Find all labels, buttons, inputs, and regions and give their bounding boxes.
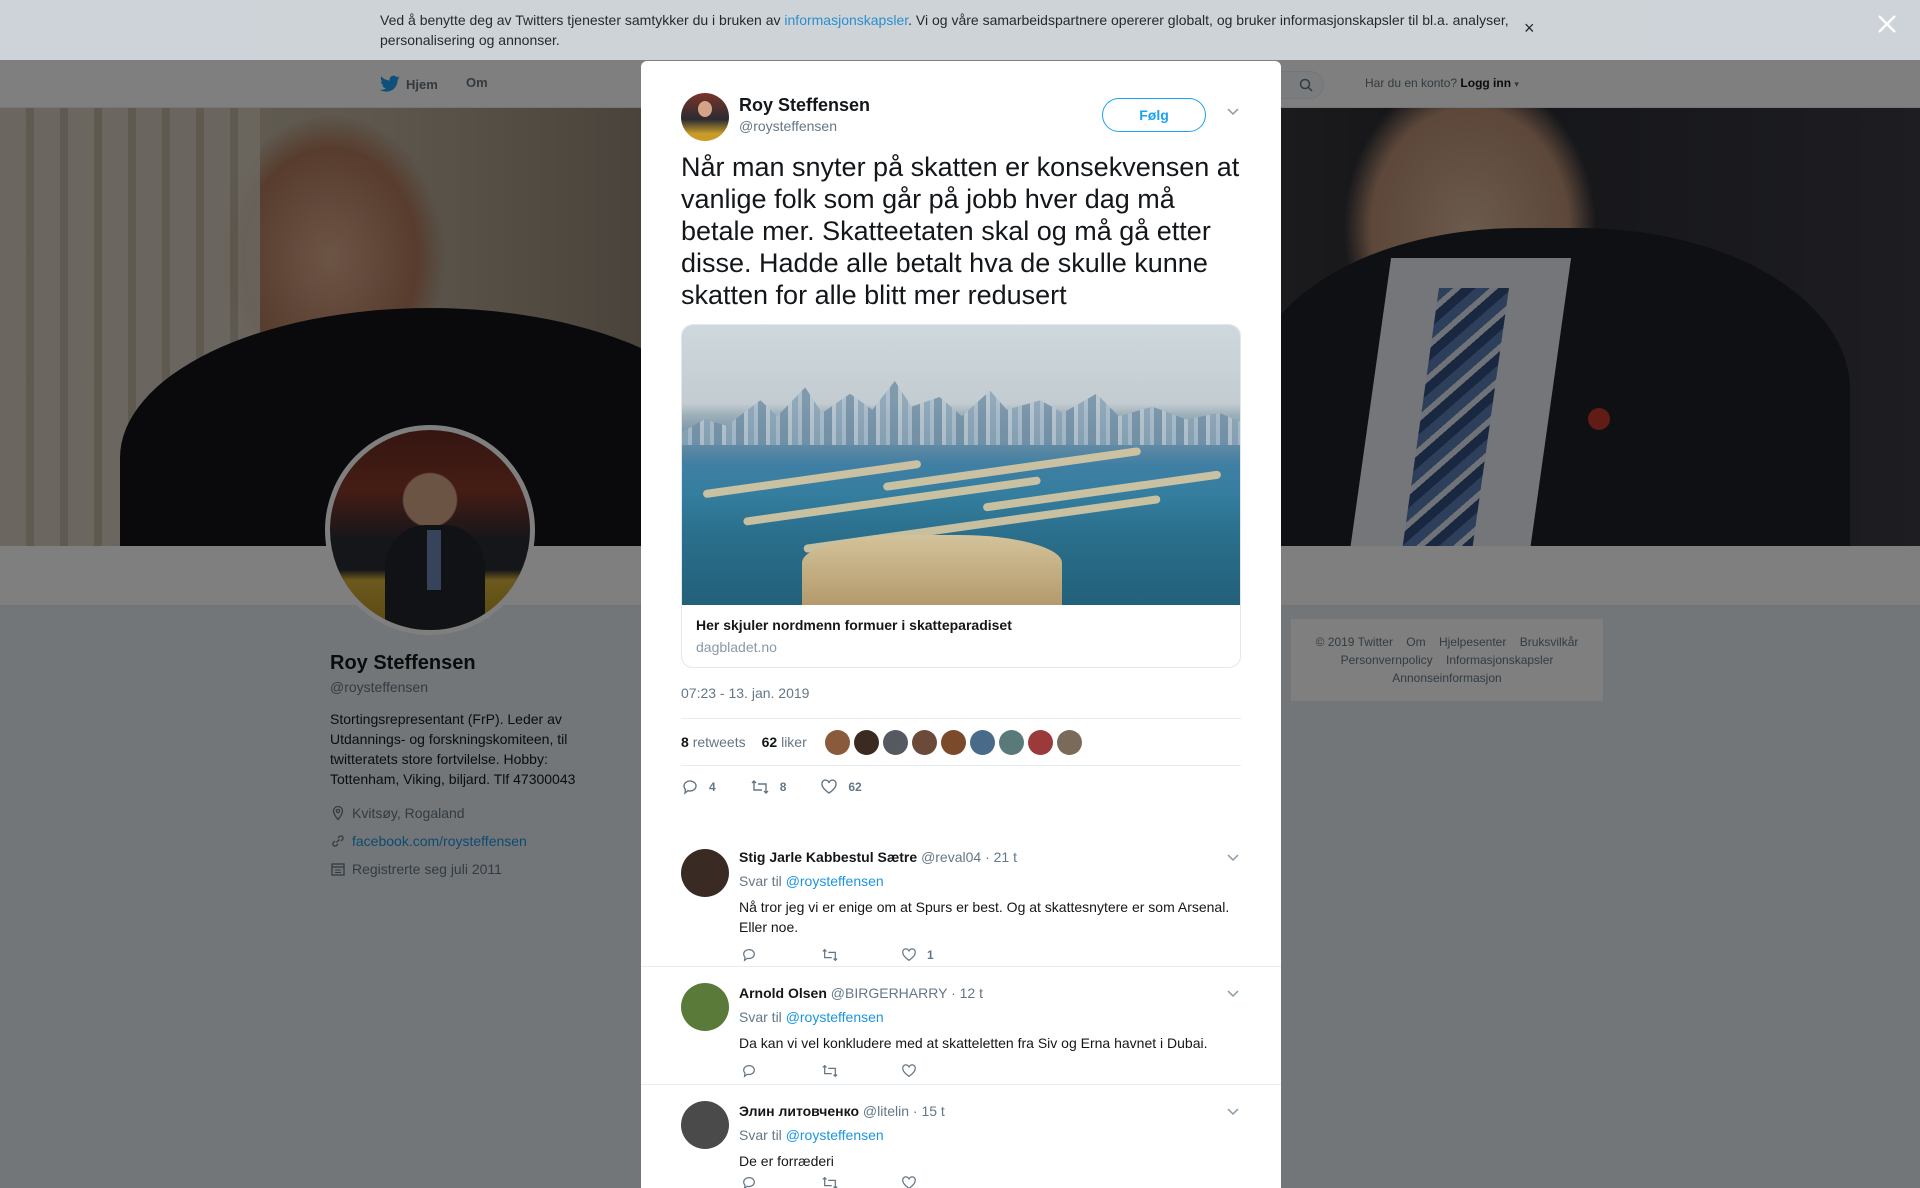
reply-to-link[interactable]: @roysteffensen	[786, 1127, 884, 1143]
reply-text: Da kan vi vel konkludere med at skattele…	[739, 1035, 1208, 1051]
retweet-icon	[822, 1176, 838, 1188]
liker-avatar[interactable]	[1056, 729, 1082, 755]
card-domain: dagbladet.no	[696, 639, 777, 655]
like-button[interactable]: 1	[901, 947, 981, 963]
retweet-icon	[751, 780, 769, 794]
reply-to-label: Svar til	[739, 1127, 782, 1143]
reply-count: 4	[709, 780, 716, 794]
reply-author-handle[interactable]: @litelin	[863, 1103, 909, 1119]
like-button[interactable]: 62	[820, 778, 862, 796]
reply-header: Элин литовченко @litelin · 15 t	[739, 1103, 945, 1119]
liker-avatar[interactable]	[969, 729, 995, 755]
reply-icon	[683, 780, 697, 795]
cookie-text-before: Ved å benytte deg av Twitters tjenester …	[380, 12, 785, 28]
liker-avatar[interactable]	[1027, 729, 1053, 755]
likers-avatars	[824, 729, 1082, 755]
reply-time[interactable]: · 21 t	[985, 849, 1017, 865]
reply-avatar[interactable]	[681, 849, 729, 897]
heart-icon	[902, 1176, 916, 1188]
reply-text: De er forræderi	[739, 1153, 834, 1169]
reply-author-handle[interactable]: @BIRGERHARRY	[831, 985, 947, 1001]
retweets-label[interactable]: retweets	[693, 734, 746, 750]
chevron-down-icon[interactable]	[1226, 1107, 1240, 1117]
reply-button[interactable]	[741, 1063, 821, 1079]
retweet-button[interactable]: 8	[750, 778, 787, 796]
tweet-modal: Roy Steffensen @roysteffensen Følg Når m…	[641, 61, 1281, 1188]
tweet-stats: 8 retweets 62 liker	[681, 718, 1241, 766]
retweet-button[interactable]	[821, 1175, 901, 1188]
reply-to-label: Svar til	[739, 1009, 782, 1025]
reply-to-link[interactable]: @roysteffensen	[786, 873, 884, 889]
liker-avatar[interactable]	[998, 729, 1024, 755]
reply-button[interactable]	[741, 947, 821, 963]
reply-text: Nå tror jeg vi er enige om at Spurs er b…	[739, 899, 1230, 935]
reply-actions: 1	[741, 947, 981, 963]
retweet-button[interactable]	[821, 1063, 901, 1079]
liker-avatar[interactable]	[824, 729, 850, 755]
author-handle[interactable]: @roysteffensen	[739, 118, 837, 134]
reply-author-name[interactable]: Элин литовченко	[739, 1103, 859, 1119]
chevron-down-icon[interactable]	[1226, 853, 1240, 863]
tweet-text: Når man snyter på skatten er konsekvense…	[681, 152, 1240, 310]
heart-icon	[821, 779, 838, 794]
reply-header: Stig Jarle Kabbestul Sætre @reval04 · 21…	[739, 849, 1017, 865]
liker-avatar[interactable]	[882, 729, 908, 755]
reply-author-handle[interactable]: @reval04	[921, 849, 981, 865]
cookie-banner: Ved å benytte deg av Twitters tjenester …	[0, 0, 1920, 60]
reply-item[interactable]: Элин литовченко @litelin · 15 t Svar til…	[641, 1085, 1281, 1188]
like-count: 62	[848, 780, 862, 794]
reply-author-name[interactable]: Arnold Olsen	[739, 985, 827, 1001]
retweet-count: 8	[779, 780, 787, 794]
reply-to-link[interactable]: @roysteffensen	[786, 1009, 884, 1025]
likes-label[interactable]: liker	[781, 734, 807, 750]
reply-to-label: Svar til	[739, 873, 782, 889]
liker-avatar[interactable]	[911, 729, 937, 755]
reply-icon	[743, 1177, 755, 1188]
reply-author-name[interactable]: Stig Jarle Kabbestul Sætre	[739, 849, 917, 865]
heart-icon	[902, 1064, 916, 1078]
reply-icon	[743, 1065, 755, 1078]
reply-actions	[741, 1063, 981, 1079]
cookie-text: Ved å benytte deg av Twitters tjenester …	[380, 10, 1520, 50]
reply-item[interactable]: Arnold Olsen @BIRGERHARRY · 12 t Svar ti…	[641, 967, 1281, 1085]
like-button[interactable]	[901, 1175, 981, 1188]
card-title: Her skjuler nordmenn formuer i skattepar…	[696, 617, 1012, 633]
tweet-header: Roy Steffensen @roysteffensen Følg	[681, 93, 1241, 143]
reply-item[interactable]: Stig Jarle Kabbestul Sætre @reval04 · 21…	[641, 837, 1281, 967]
reply-time[interactable]: · 12 t	[951, 985, 983, 1001]
reply-avatar[interactable]	[681, 1101, 729, 1149]
link-card[interactable]: Her skjuler nordmenn formuer i skattepar…	[681, 324, 1241, 668]
cookie-link[interactable]: informasjonskapsler	[784, 12, 908, 28]
likes-count[interactable]: 62	[762, 734, 778, 750]
reply-to: Svar til @roysteffensen	[739, 873, 884, 889]
heart-icon	[902, 948, 916, 962]
chevron-down-icon[interactable]	[1226, 989, 1240, 999]
close-icon[interactable]	[1873, 10, 1901, 38]
reply-like-count: 1	[927, 948, 934, 962]
cookie-close-button[interactable]: ×	[1524, 18, 1535, 39]
retweet-icon	[822, 1064, 838, 1078]
follow-button[interactable]: Følg	[1102, 98, 1206, 132]
reply-actions	[741, 1175, 981, 1188]
reply-to: Svar til @roysteffensen	[739, 1127, 884, 1143]
tweet-actions: 4 8 62	[681, 778, 896, 796]
reply-avatar[interactable]	[681, 983, 729, 1031]
reply-button[interactable]	[741, 1175, 821, 1188]
liker-avatar[interactable]	[940, 729, 966, 755]
avatar[interactable]	[681, 93, 729, 141]
reply-time[interactable]: · 15 t	[913, 1103, 945, 1119]
reply-header: Arnold Olsen @BIRGERHARRY · 12 t	[739, 985, 983, 1001]
tweet-timestamp[interactable]: 07:23 - 13. jan. 2019	[681, 685, 809, 701]
liker-avatar[interactable]	[853, 729, 879, 755]
chevron-down-icon[interactable]	[1226, 107, 1240, 117]
author-name[interactable]: Roy Steffensen	[739, 95, 870, 116]
reply-icon	[743, 949, 755, 962]
retweets-count[interactable]: 8	[681, 734, 689, 750]
reply-to: Svar til @roysteffensen	[739, 1009, 884, 1025]
retweet-icon	[822, 948, 838, 962]
reply-button[interactable]: 4	[681, 778, 716, 796]
retweet-button[interactable]	[821, 947, 901, 963]
card-image	[682, 325, 1240, 605]
like-button[interactable]	[901, 1063, 981, 1079]
